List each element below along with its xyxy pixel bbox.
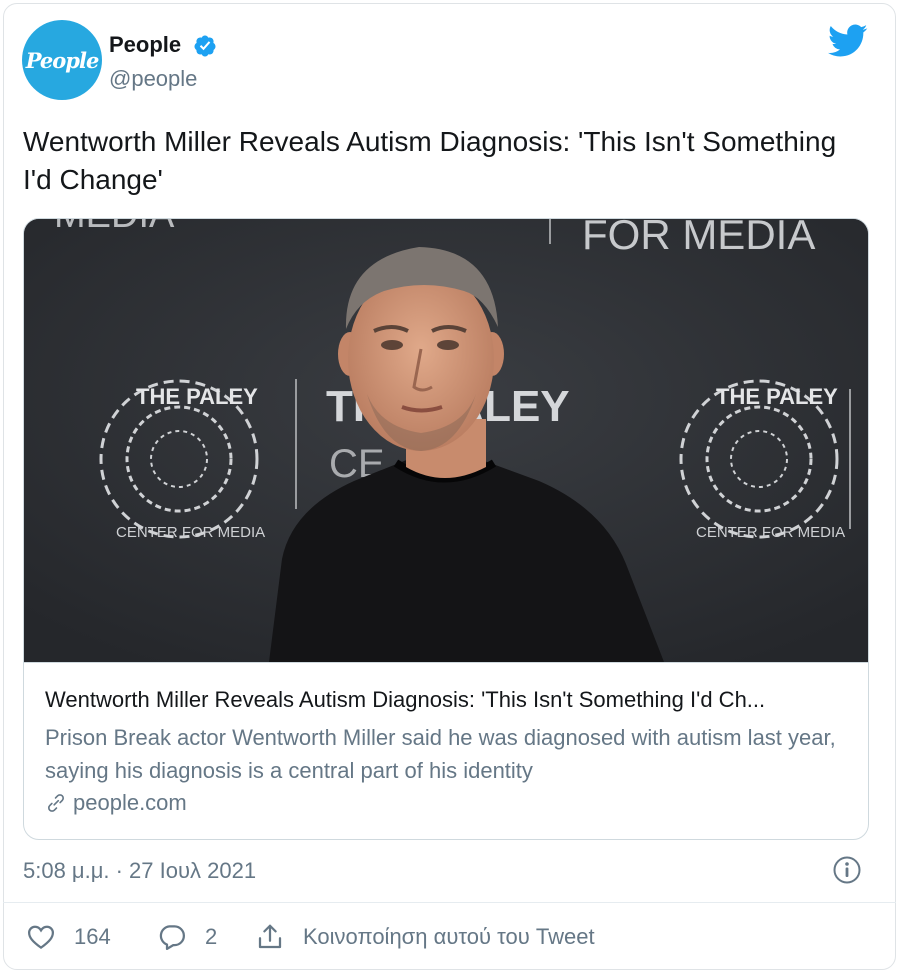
avatar-logo-text: People bbox=[25, 47, 100, 73]
verified-badge-icon bbox=[194, 35, 216, 57]
tweet-text: Wentworth Miller Reveals Autism Diagnosi… bbox=[23, 126, 837, 195]
like-count: 164 bbox=[74, 924, 111, 949]
reply-count: 2 bbox=[205, 924, 218, 949]
backdrop-text-top-left: MEDIA bbox=[54, 219, 175, 236]
card-image[interactable]: FOR MEDIA MEDIA THE PALEY CE THE PALEY C… bbox=[24, 219, 868, 662]
like-button[interactable]: 164 bbox=[26, 922, 111, 952]
tweet-timestamp[interactable]: 5:08 μ.μ. · 27 Ιουλ 2021 bbox=[23, 858, 256, 884]
link-icon bbox=[48, 794, 64, 812]
author-name[interactable]: People bbox=[109, 32, 181, 58]
backdrop-text-top-right: FOR MEDIA bbox=[582, 219, 815, 258]
card-domain-row[interactable]: people.com bbox=[45, 790, 187, 816]
reply-bubble-icon bbox=[159, 925, 185, 950]
heart-icon bbox=[27, 925, 55, 950]
share-label: Κοινοποίηση αυτού του Tweet bbox=[303, 924, 595, 949]
avatar[interactable]: People bbox=[22, 20, 102, 100]
seal-left-text: THE PALEY bbox=[136, 384, 258, 409]
seal-right-ring-text: CENTER FOR MEDIA bbox=[696, 524, 845, 541]
share-button[interactable]: Κοινοποίηση αυτού του Tweet bbox=[255, 922, 595, 952]
seal-left-ring-text: CENTER FOR MEDIA bbox=[116, 524, 265, 541]
card-title[interactable]: Wentworth Miller Reveals Autism Diagnosi… bbox=[45, 687, 855, 713]
seal-right-text: THE PALEY bbox=[716, 384, 838, 409]
actions-divider bbox=[3, 902, 896, 903]
info-icon[interactable] bbox=[832, 855, 862, 885]
twitter-bird-icon[interactable] bbox=[828, 24, 868, 58]
author-handle[interactable]: @people bbox=[109, 66, 197, 92]
card-domain: people.com bbox=[73, 790, 187, 815]
card-divider bbox=[24, 662, 868, 663]
card-description: Prison Break actor Wentworth Miller said… bbox=[45, 725, 836, 783]
reply-button[interactable]: 2 bbox=[157, 922, 217, 952]
link-preview-card[interactable]: FOR MEDIA MEDIA THE PALEY CE THE PALEY C… bbox=[23, 218, 869, 840]
share-icon bbox=[258, 924, 282, 949]
article-photo: FOR MEDIA MEDIA THE PALEY CE THE PALEY C… bbox=[24, 219, 868, 662]
